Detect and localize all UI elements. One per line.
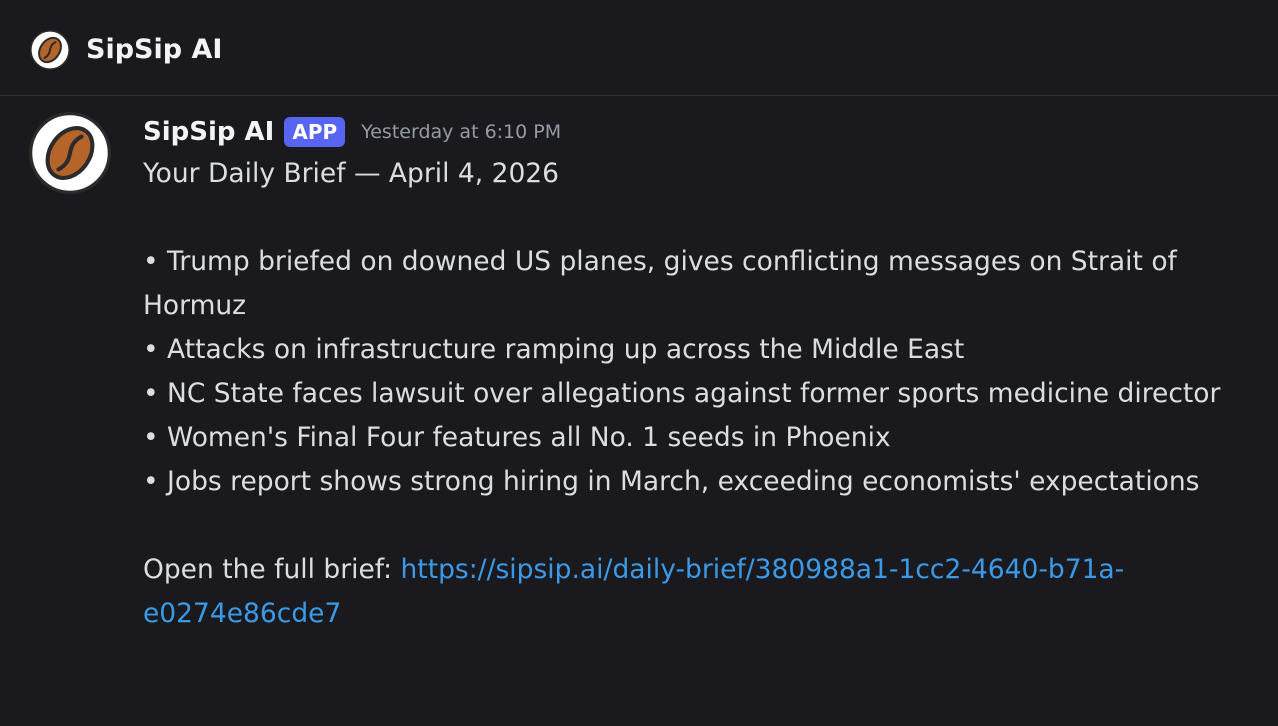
brief-bullet: • Attacks on infrastructure ramping up a…	[143, 334, 965, 365]
channel-header: SipSip AI	[0, 0, 1278, 96]
message-content: Your Daily Brief — April 4, 2026 • Trump…	[143, 152, 1243, 636]
brief-title: Your Daily Brief — April 4, 2026	[143, 158, 560, 189]
brief-bullet: • NC State faces lawsuit over allegation…	[143, 378, 1221, 409]
app-badge: APP	[284, 117, 346, 147]
brief-bullet: • Trump briefed on downed US planes, giv…	[143, 246, 1177, 321]
brief-link-line: Open the full brief: https://sipsip.ai/d…	[143, 548, 1243, 636]
author-name[interactable]: SipSip AI	[143, 117, 274, 147]
channel-title: SipSip AI	[86, 34, 223, 65]
brief-bullet: • Women's Final Four features all No. 1 …	[143, 422, 891, 453]
coffee-bean-icon	[30, 30, 70, 70]
message-timestamp[interactable]: Yesterday at 6:10 PM	[361, 121, 561, 143]
message-header: SipSip AI APP Yesterday at 6:10 PM	[143, 112, 561, 152]
brief-bullet: • Jobs report shows strong hiring in Mar…	[143, 466, 1200, 497]
link-prefix: Open the full brief:	[143, 554, 401, 585]
bot-avatar[interactable]	[29, 112, 111, 194]
